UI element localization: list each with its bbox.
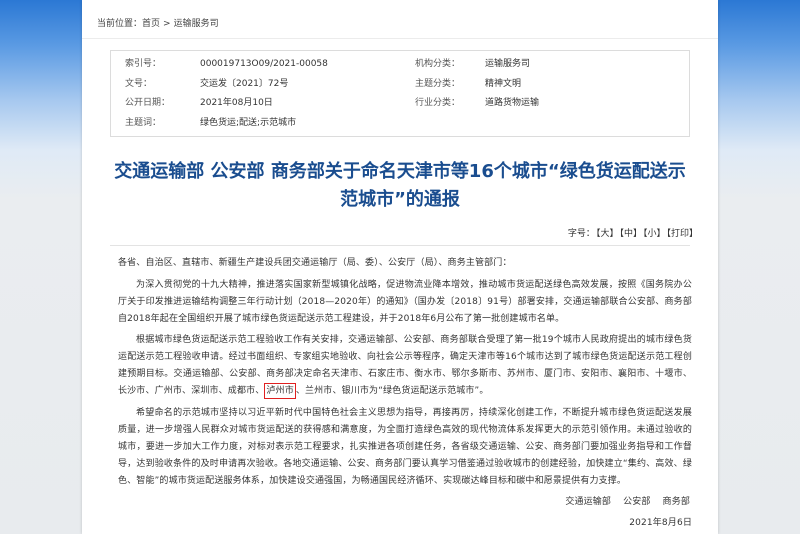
body-paragraph-2: 根据城市绿色货运配送示范工程验收工作有关安排，交通运输部、公安部、商务部联合受理…	[118, 332, 692, 400]
signature-date: 2021年8月6日	[629, 518, 692, 528]
index-number-label: 索引号：	[125, 59, 162, 69]
font-medium-button[interactable]: 【中】	[619, 229, 642, 239]
toolbar-divider	[110, 245, 690, 246]
font-small-button[interactable]: 【小】	[643, 229, 666, 239]
topic-category-label: 主题分类：	[415, 78, 461, 89]
industry-category-value: 道路货物运输	[485, 98, 540, 108]
highlighted-city: 泸州市	[264, 383, 296, 399]
index-number-value: 000019713O09/2021-00058	[200, 59, 328, 69]
metadata-row: 索引号： 000019713O09/2021-00058 机构分类： 运输服务司	[111, 55, 689, 75]
metadata-row: 主题词： 绿色货运;配送;示范城市	[111, 114, 689, 134]
paragraph-2-text-after: 、兰州市、银川市为“绿色货运配送示范城市”。	[295, 386, 489, 396]
body-paragraph-1: 为深入贯彻党的十九大精神，推进落实国家新型城镇化战略，促进物流业降本增效，推动城…	[118, 279, 692, 324]
agency-category-label: 机构分类：	[415, 59, 461, 69]
body-paragraph-3: 希望命名的示范城市坚持以习近平新时代中国特色社会主义思想为指导，再接再厉，持续深…	[118, 407, 692, 486]
article-body: 各省、自治区、直辖市、新疆生产建设兵团交通运输厅（局、委）、公安厅（局）、商务主…	[118, 255, 692, 532]
keywords-value: 绿色货运;配送;示范城市	[200, 117, 297, 128]
signatory-mps: 公安部	[623, 497, 651, 507]
font-size-toolbar: 字号：【大】【中】【小】【打印】	[568, 227, 698, 241]
breadcrumb-divider	[82, 38, 718, 39]
signatory-mot: 交通运输部	[565, 497, 612, 507]
metadata-row: 文号： 交运发〔2021〕72号 主题分类： 精神文明	[111, 75, 689, 95]
salutation: 各省、自治区、直辖市、新疆生产建设兵团交通运输厅（局、委）、公安厅（局）、商务主…	[118, 258, 512, 268]
metadata-row: 公开日期： 2021年08月10日 行业分类： 道路货物运输	[111, 94, 689, 114]
signature-block: 交通运输部 公安部 商务部	[118, 494, 692, 511]
publish-date-label: 公开日期：	[125, 98, 171, 108]
signatory-mofcom: 商务部	[662, 497, 690, 507]
font-size-label: 字号：	[567, 229, 595, 239]
publish-date-value: 2021年08月10日	[200, 98, 273, 108]
article-title: 交通运输部 公安部 商务部关于命名天津市等16个城市“绿色货运配送示范城市”的通…	[114, 161, 686, 210]
breadcrumb-label: 当前位置：	[97, 19, 143, 29]
topic-category-value: 精神文明	[485, 78, 522, 89]
document-metadata-box: 索引号： 000019713O09/2021-00058 机构分类： 运输服务司…	[110, 50, 690, 137]
industry-category-label: 行业分类：	[415, 98, 461, 108]
breadcrumb-separator: >	[163, 19, 171, 29]
breadcrumb-home-link[interactable]: 首页	[142, 19, 160, 29]
document-number-value: 交运发〔2021〕72号	[200, 78, 289, 89]
keywords-label: 主题词：	[125, 117, 162, 128]
print-button[interactable]: 【打印】	[666, 229, 698, 239]
content-panel: 当前位置：首页 > 运输服务司 索引号： 000019713O09/2021-000…	[82, 0, 718, 534]
document-number-label: 文号：	[125, 78, 153, 89]
breadcrumb: 当前位置：首页 > 运输服务司	[97, 17, 219, 31]
breadcrumb-section-link[interactable]: 运输服务司	[174, 19, 219, 29]
font-large-button[interactable]: 【大】	[596, 229, 619, 239]
agency-category-value: 运输服务司	[485, 59, 531, 69]
